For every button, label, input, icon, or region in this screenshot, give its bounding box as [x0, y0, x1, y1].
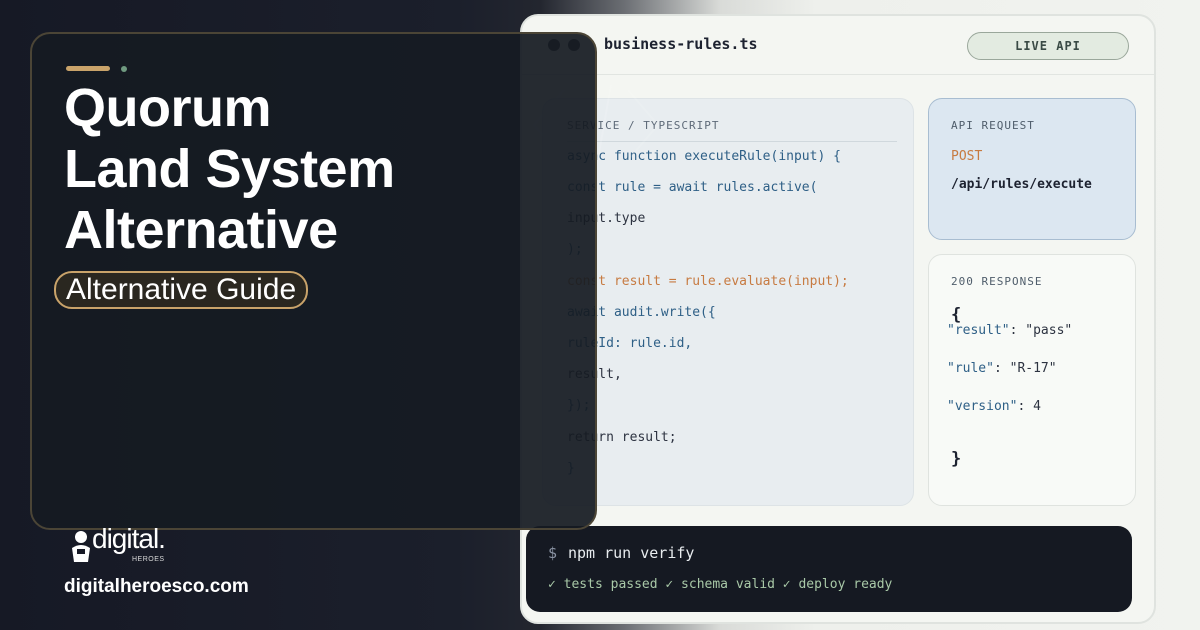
brand-logo-subtext: HEROES	[132, 556, 165, 563]
json-field: "rule": "R-17"	[947, 361, 1057, 376]
terminal-command: npm run verify	[568, 544, 695, 562]
title-line: Quorum	[64, 78, 271, 138]
editor-titlebar: business-rules.ts LIVE API	[522, 16, 1154, 75]
json-close-brace: }	[951, 449, 962, 469]
json-field: "version": 4	[947, 399, 1041, 414]
terminal-prompt: $	[548, 544, 558, 562]
terminal-panel: $ npm run verify ✓ tests passed ✓ schema…	[526, 526, 1132, 612]
api-request-label: API REQUEST	[951, 119, 1035, 132]
terminal-output: ✓ tests passed ✓ schema valid ✓ deploy r…	[548, 577, 893, 592]
page-title: Quorum Land System Alternative	[64, 78, 395, 261]
api-request-card: API REQUEST POST /api/rules/execute	[928, 98, 1136, 240]
title-line: Land System	[64, 139, 395, 199]
json-open-brace: {	[951, 305, 962, 325]
website-link[interactable]: digitalheroesco.com	[64, 576, 249, 598]
file-name: business-rules.ts	[604, 35, 758, 53]
api-path: /api/rules/execute	[951, 177, 1092, 192]
title-line: Alternative	[64, 200, 338, 260]
live-api-badge: LIVE API	[967, 32, 1129, 60]
http-method: POST	[951, 149, 983, 164]
api-response-card: 200 RESPONSE { "result": "pass" "rule": …	[928, 254, 1136, 506]
guide-badge: Alternative Guide	[54, 271, 309, 309]
json-field: "result": "pass"	[947, 323, 1073, 338]
hero-logo-icon	[72, 531, 90, 562]
accent-dot	[121, 66, 127, 72]
response-status-label: 200 RESPONSE	[951, 275, 1043, 288]
hero-card: Quorum Land System Alternative Alternati…	[30, 32, 597, 530]
brand-logo-text: digital.	[92, 523, 166, 554]
accent-bar	[66, 66, 110, 71]
code-line: const result = rule.evaluate(input);	[567, 274, 849, 289]
code-line: const rule = await rules.active(	[567, 180, 818, 195]
